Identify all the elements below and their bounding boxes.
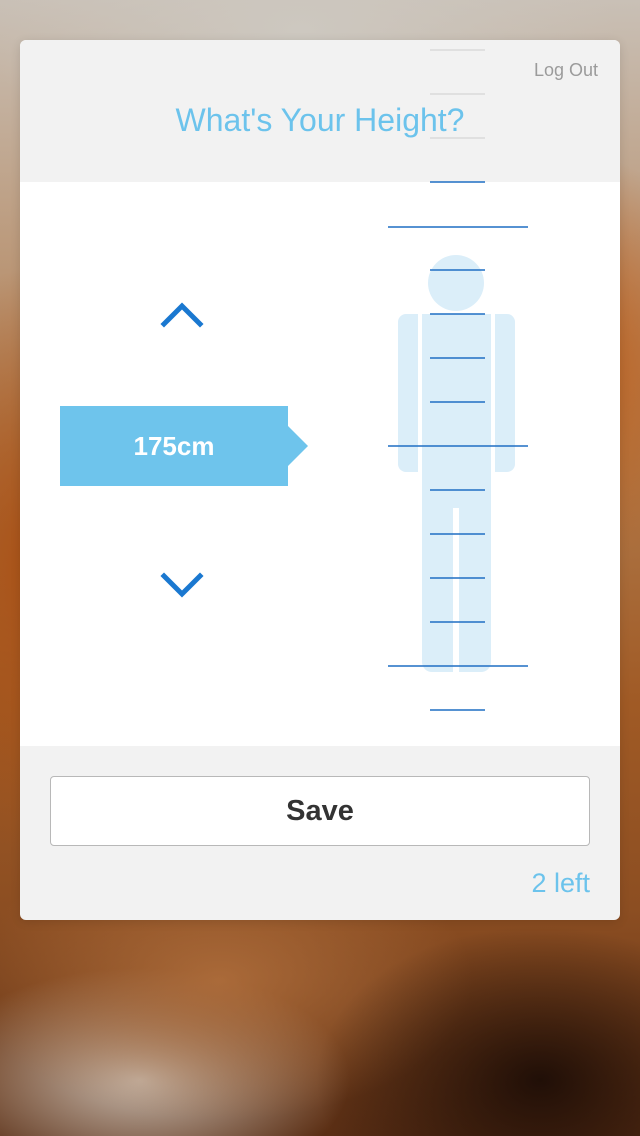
chevron-down-icon — [160, 572, 204, 598]
decrease-height-button[interactable] — [152, 560, 212, 610]
increase-height-button[interactable] — [152, 290, 212, 340]
height-value: 175cm — [133, 430, 215, 461]
height-dialog: Log Out What's Your Height? 175cm Save 2… — [20, 40, 620, 920]
save-button[interactable]: Save — [50, 776, 590, 846]
badge-pointer — [288, 426, 308, 466]
height-value-badge: 175cm — [60, 406, 308, 486]
remaining-count: 2 left — [531, 868, 590, 898]
chevron-up-icon — [160, 302, 204, 328]
dialog-header: Log Out What's Your Height? — [20, 40, 620, 182]
page-title: What's Your Height? — [175, 102, 465, 138]
logout-button[interactable]: Log Out — [534, 60, 598, 81]
